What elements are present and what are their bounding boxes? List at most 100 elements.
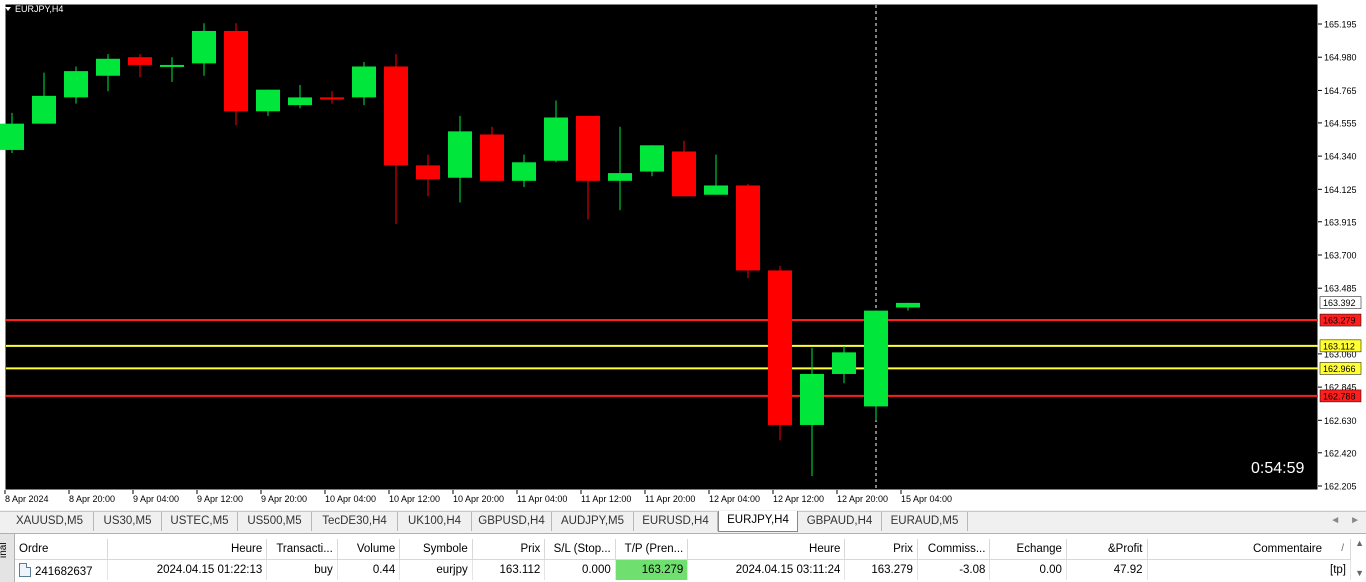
candle-body	[32, 95, 56, 124]
price-axis-label: 163.915	[1324, 217, 1357, 227]
tab-eurusd-h4[interactable]: EURUSD,H4	[634, 512, 718, 531]
candle-body	[224, 30, 248, 112]
cell-heure-close: 2024.04.15 03:11:24	[687, 559, 846, 580]
time-axis-label: 11 Apr 12:00	[581, 494, 631, 504]
price-marker-label: 163.112	[1323, 341, 1355, 351]
tab-ustec-m5[interactable]: USTEC,M5	[162, 512, 238, 531]
price-marker-label: 163.392	[1323, 298, 1356, 308]
tab-xauusd-m5[interactable]: XAUUSD,M5	[6, 512, 94, 531]
tab-scroll-controls: ◄ ►	[1330, 515, 1360, 526]
terminal-side-label[interactable]: inal	[0, 534, 15, 582]
tab-eurjpy-h4[interactable]: EURJPY,H4	[718, 511, 798, 532]
candle-body	[288, 97, 312, 106]
cell-ordre-text: 241682637	[35, 565, 93, 578]
scroll-down-icon[interactable]: ▼	[1355, 568, 1364, 578]
time-axis-label: 9 Apr 20:00	[261, 494, 307, 504]
tab-scroll-right-icon[interactable]: ►	[1350, 515, 1360, 526]
col-header-commentaire[interactable]: Commentaire	[1147, 539, 1351, 560]
time-axis-label: 10 Apr 12:00	[389, 494, 440, 504]
cell-sl: 0.000	[544, 559, 616, 580]
scroll-up-icon[interactable]: ▲	[1355, 538, 1364, 548]
candle-body	[480, 134, 504, 181]
price-marker-label: 162.788	[1323, 391, 1356, 401]
price-axis-label: 164.765	[1324, 86, 1357, 96]
tab-euraud-m5[interactable]: EURAUD,M5	[882, 512, 968, 531]
chart-menu-triangle-icon[interactable]	[5, 7, 11, 11]
cell-profit: 47.92	[1066, 559, 1148, 580]
time-axis-label: 12 Apr 04:00	[709, 494, 760, 504]
candle-body	[672, 151, 696, 197]
col-header-tp[interactable]: T/P (Pren...	[615, 539, 689, 560]
cell-symbole: eurjpy	[399, 559, 473, 580]
col-header-volume[interactable]: Volume	[337, 539, 401, 560]
col-header-symbole[interactable]: Symbole	[399, 539, 473, 560]
candle-body	[352, 66, 376, 98]
chart-canvas[interactable]: 165.195 164.980 164.765 164.555 164.340 164.1…	[0, 0, 1366, 510]
time-axis-label: 10 Apr 20:00	[453, 494, 504, 504]
candle-body	[416, 165, 440, 180]
tab-gbpusd-h4[interactable]: GBPUSD,H4	[472, 512, 552, 531]
time-axis-label: 12 Apr 20:00	[837, 494, 888, 504]
chart-symbol-label: EURJPY,H4	[15, 4, 64, 14]
col-header-prix[interactable]: Prix	[472, 539, 546, 560]
candle-body	[576, 115, 600, 181]
tab-us500-m5[interactable]: US500,M5	[238, 512, 312, 531]
col-header-transaction[interactable]: Transacti...	[266, 539, 338, 560]
col-header-echange[interactable]: Echange	[989, 539, 1067, 560]
cell-transaction: buy	[266, 559, 338, 580]
chart-title[interactable]: EURJPY,H4	[5, 4, 63, 14]
time-axis-label: 15 Apr 04:00	[901, 494, 952, 504]
candle-body	[608, 173, 632, 181]
candle-body	[768, 270, 792, 425]
candle-body	[800, 373, 824, 425]
order-document-icon	[19, 562, 31, 577]
candle-body	[96, 58, 120, 76]
symbol-tab-bar: XAUUSD,M5 US30,M5 USTEC,M5 US500,M5 TecDE30,…	[0, 511, 1366, 532]
chart-window[interactable]: 165.195 164.980 164.765 164.555 164.340 164.1…	[0, 0, 1366, 510]
candle-body	[192, 30, 216, 64]
col-header-prix-close[interactable]: Prix	[844, 539, 918, 560]
time-axis-label: 12 Apr 12:00	[773, 494, 824, 504]
cell-volume: 0.44	[337, 559, 401, 580]
cell-prix: 163.112	[472, 559, 546, 580]
cell-echange: 0.00	[989, 559, 1067, 580]
candle-body	[128, 57, 152, 65]
candle-body	[256, 89, 280, 112]
tab-scroll-left-icon[interactable]: ◄	[1330, 515, 1340, 526]
cell-ordre: 241682637	[15, 559, 109, 580]
candle-body	[736, 185, 760, 271]
price-axis-label: 165.195	[1324, 20, 1357, 30]
table-row[interactable]: 241682637 2024.04.15 01:22:13 buy 0.44 e…	[15, 559, 1351, 580]
bar-countdown-timer: 0:54:59	[1251, 460, 1305, 477]
col-header-heure[interactable]: Heure	[107, 539, 268, 560]
price-axis-label: 163.485	[1324, 284, 1357, 294]
cell-commentaire: [tp]	[1147, 559, 1351, 580]
candle-body	[64, 71, 88, 98]
price-axis-label: 162.205	[1324, 482, 1357, 492]
col-header-commission[interactable]: Commiss...	[917, 539, 991, 560]
price-axis-label: 163.700	[1324, 251, 1357, 261]
col-header-profit[interactable]: &Profit	[1066, 539, 1148, 560]
tab-us30-m5[interactable]: US30,M5	[94, 512, 162, 531]
terminal-panel: inal Ordre Heure Transacti... Volume Sym…	[0, 533, 1366, 582]
tab-gbpaud-h4[interactable]: GBPAUD,H4	[798, 512, 882, 531]
tab-tecde30-h4[interactable]: TecDE30,H4	[312, 512, 398, 531]
candle-body	[384, 66, 408, 166]
terminal-side-label-text: inal	[0, 542, 9, 558]
candle-body	[544, 117, 568, 161]
cell-tp: 163.279	[615, 559, 689, 580]
col-header-heure-close[interactable]: Heure	[687, 539, 846, 560]
candle-body	[896, 302, 920, 308]
price-axis-label: 164.125	[1324, 185, 1357, 195]
sort-indicator: /	[1341, 543, 1344, 554]
tab-audjpy-m5[interactable]: AUDJPY,M5	[552, 512, 634, 531]
time-axis-label: 8 Apr 20:00	[69, 494, 115, 504]
col-header-sl[interactable]: S/L (Stop...	[544, 539, 616, 560]
price-marker-label: 163.279	[1323, 316, 1356, 326]
col-header-ordre[interactable]: Ordre	[15, 539, 109, 560]
candle-body	[864, 310, 888, 407]
tab-uk100-h4[interactable]: UK100,H4	[398, 512, 472, 531]
candle-body	[704, 185, 728, 195]
price-axis-label: 164.555	[1324, 118, 1357, 128]
price-axis-label: 164.980	[1324, 53, 1357, 63]
